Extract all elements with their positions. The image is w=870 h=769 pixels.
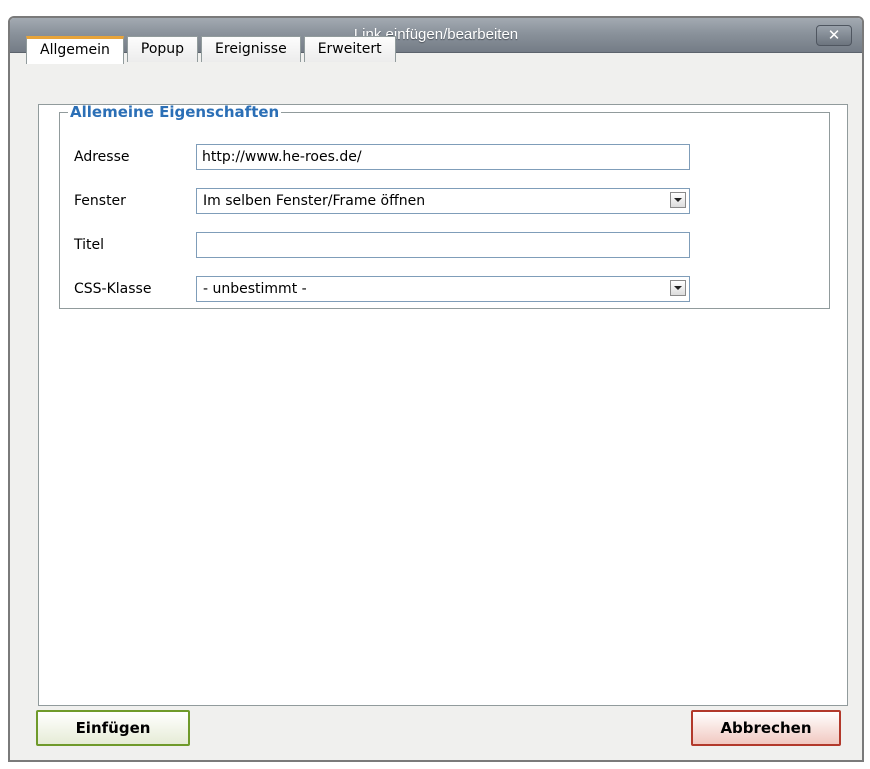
cancel-button[interactable]: Abbrechen bbox=[691, 710, 841, 746]
window-label: Fenster bbox=[74, 193, 126, 209]
chevron-down-icon[interactable] bbox=[670, 280, 686, 296]
address-label: Adresse bbox=[74, 149, 130, 165]
window-row: Fenster Im selben Fenster/Frame öffnen bbox=[74, 187, 690, 215]
title-label: Titel bbox=[74, 237, 105, 253]
tab-bar: Allgemein Popup Ereignisse Erweitert bbox=[26, 36, 396, 64]
css-class-select[interactable]: - unbestimmt - bbox=[196, 276, 690, 302]
title-row: Titel bbox=[74, 231, 690, 259]
close-button[interactable]: ✕ bbox=[816, 25, 852, 46]
css-class-select-value: - unbestimmt - bbox=[203, 281, 307, 297]
css-class-label: CSS-Klasse bbox=[74, 281, 152, 297]
tab-popup[interactable]: Popup bbox=[126, 36, 199, 62]
css-class-row: CSS-Klasse - unbestimmt - bbox=[74, 275, 690, 303]
address-input[interactable] bbox=[196, 144, 690, 170]
tab-panel-allgemein: Allemeine Eigenschaften Adresse Fenster … bbox=[38, 103, 848, 706]
general-properties-legend: Allemeine Eigenschaften bbox=[70, 103, 280, 121]
general-properties-fieldset: Allemeine Eigenschaften Adresse Fenster … bbox=[59, 103, 830, 309]
link-dialog: Link einfügen/bearbeiten ✕ Allgemein Pop… bbox=[8, 16, 864, 762]
title-input[interactable] bbox=[196, 232, 690, 258]
address-row: Adresse bbox=[74, 143, 690, 171]
window-select[interactable]: Im selben Fenster/Frame öffnen bbox=[196, 188, 690, 214]
tab-erweitert[interactable]: Erweitert bbox=[303, 36, 396, 62]
tab-allgemein[interactable]: Allgemein bbox=[26, 36, 124, 64]
close-icon: ✕ bbox=[827, 26, 841, 44]
chevron-down-icon[interactable] bbox=[670, 192, 686, 208]
window-select-value: Im selben Fenster/Frame öffnen bbox=[203, 193, 426, 209]
insert-button[interactable]: Einfügen bbox=[36, 710, 190, 746]
tab-ereignisse[interactable]: Ereignisse bbox=[201, 36, 301, 62]
